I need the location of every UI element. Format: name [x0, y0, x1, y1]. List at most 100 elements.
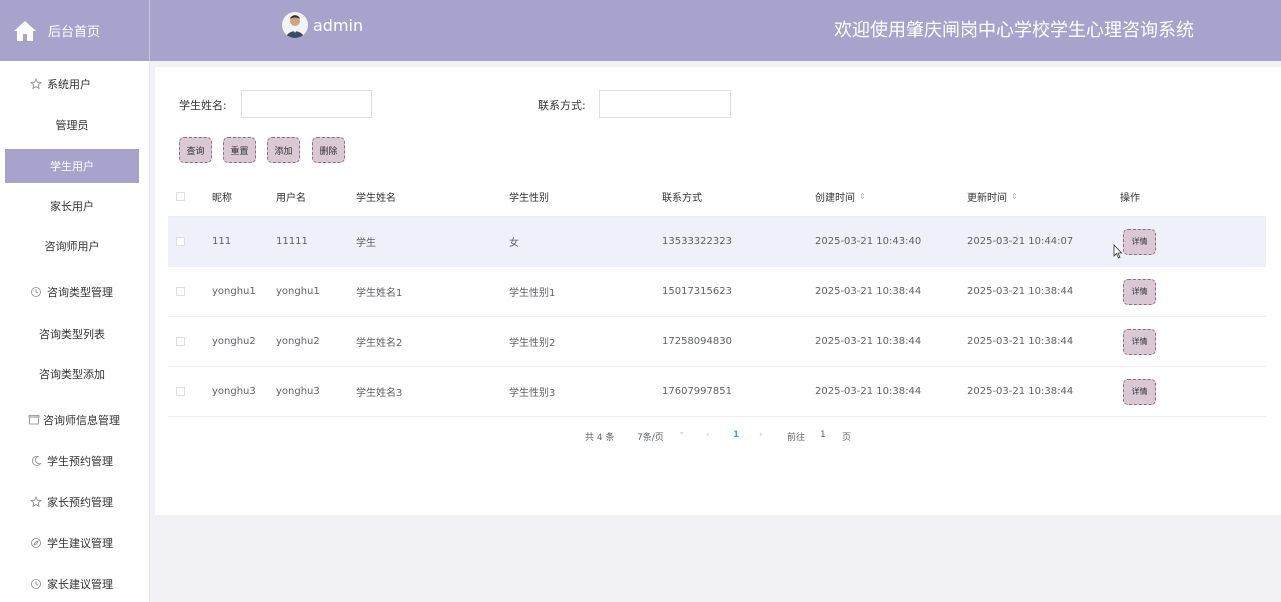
cell-updated: 2025-03-21 10:44:07	[967, 236, 1074, 247]
cell-student-name: 学生	[356, 238, 376, 249]
chevron-down-icon[interactable]: ⌄	[678, 427, 686, 437]
student-table: 昵称 用户名 学生姓名 学生性别 联系方式 创建时间 ⇕ 更新时间 ⇕ 操作 1…	[168, 177, 1266, 417]
cell-gender: 学生性别2	[509, 338, 556, 349]
header-updated[interactable]: 更新时间 ⇕	[967, 177, 1018, 216]
total-count: 共 4 条	[585, 433, 615, 443]
table-row[interactable]: yonghu3 yonghu3 学生姓名3 学生性别3 17607997851 …	[168, 367, 1266, 417]
cell-contact: 15017315623	[662, 286, 732, 297]
cell-updated: 2025-03-21 10:38:44	[967, 336, 1074, 347]
main-panel: 学生姓名: 联系方式: 查询 重置 添加 删除 昵称 用户名 学生姓名 学生性别…	[155, 67, 1281, 515]
cell-created: 2025-03-21 10:43:40	[815, 236, 922, 247]
delete-button[interactable]: 删除	[312, 137, 345, 163]
sidebar-group-student-suggestion[interactable]: 学生建议管理	[0, 526, 144, 560]
query-button[interactable]: 查询	[179, 137, 212, 163]
cell-student-name: 学生姓名3	[356, 388, 403, 399]
cell-contact: 13533322323	[662, 236, 732, 247]
top-header: 后台首页 admin 欢迎使用肇庆闸岗中心学校学生心理咨询系统	[0, 0, 1281, 61]
avatar	[282, 12, 308, 38]
clock-icon	[30, 286, 47, 298]
moon-icon	[30, 455, 47, 467]
sidebar: 系统用户 管理员 学生用户 家长用户 咨询师用户 咨询类型管理 咨询类型列表 咨…	[0, 61, 150, 602]
sidebar-group-student-appointment[interactable]: 学生预约管理	[0, 444, 144, 478]
student-name-label: 学生姓名:	[179, 99, 227, 112]
header-gender: 学生性别	[509, 193, 549, 204]
mouse-cursor-icon	[1113, 244, 1123, 259]
table-row[interactable]: yonghu2 yonghu2 学生姓名2 学生性别2 17258094830 …	[168, 317, 1266, 367]
cell-nickname: yonghu1	[212, 286, 256, 297]
row-checkbox[interactable]	[176, 236, 185, 246]
detail-button[interactable]: 详情	[1123, 228, 1156, 255]
cell-username: yonghu2	[276, 336, 320, 347]
next-page-icon[interactable]: ›	[759, 430, 763, 440]
contact-label: 联系方式:	[538, 99, 586, 112]
star-icon	[30, 496, 47, 508]
clock-icon	[30, 578, 47, 590]
cell-gender: 学生性别1	[509, 288, 556, 299]
sidebar-group-system-users[interactable]: 系统用户	[0, 67, 144, 101]
sort-icon[interactable]: ⇕	[1011, 192, 1018, 201]
sidebar-item-parent[interactable]: 家长用户	[0, 189, 144, 223]
cell-nickname: yonghu3	[212, 386, 256, 397]
sidebar-group-counselor-info[interactable]: 咨询师信息管理	[0, 403, 144, 437]
cell-contact: 17258094830	[662, 336, 732, 347]
row-checkbox[interactable]	[176, 386, 185, 396]
cell-updated: 2025-03-21 10:38:44	[967, 286, 1074, 297]
cell-contact: 17607997851	[662, 386, 732, 397]
detail-button[interactable]: 详情	[1123, 278, 1156, 305]
contact-input[interactable]	[599, 90, 731, 118]
cell-created: 2025-03-21 10:38:44	[815, 336, 922, 347]
sidebar-item-type-list[interactable]: 咨询类型列表	[0, 317, 144, 351]
header-username: 用户名	[276, 193, 306, 204]
star-icon	[30, 78, 47, 90]
header-created[interactable]: 创建时间 ⇕	[815, 177, 866, 216]
header-ops: 操作	[1120, 193, 1140, 204]
cell-nickname: 111	[212, 236, 232, 247]
cell-updated: 2025-03-21 10:38:44	[967, 386, 1074, 397]
sidebar-group-parent-suggestion[interactable]: 家长建议管理	[0, 567, 144, 601]
compass-icon	[30, 537, 47, 549]
cell-gender: 女	[509, 238, 519, 249]
header-student-name: 学生姓名	[356, 193, 396, 204]
username: admin	[313, 15, 364, 35]
home-link[interactable]: 后台首页	[0, 0, 150, 61]
sidebar-item-counselor[interactable]: 咨询师用户	[0, 229, 144, 263]
user-menu[interactable]: admin	[282, 12, 363, 38]
goto-page-input[interactable]: 1	[820, 430, 826, 440]
student-name-input[interactable]	[241, 90, 372, 118]
page-suffix: 页	[842, 433, 852, 443]
sidebar-group-consult-type[interactable]: 咨询类型管理	[0, 275, 144, 309]
sort-icon[interactable]: ⇕	[859, 192, 866, 201]
cell-username: 11111	[276, 236, 308, 247]
cell-gender: 学生性别3	[509, 388, 556, 399]
cell-student-name: 学生姓名2	[356, 338, 403, 349]
page-number-current[interactable]: 1	[733, 430, 739, 440]
system-title: 欢迎使用肇庆闸岗中心学校学生心理咨询系统	[834, 20, 1194, 41]
detail-button[interactable]: 详情	[1123, 378, 1156, 405]
row-checkbox[interactable]	[176, 286, 185, 296]
sidebar-item-type-add[interactable]: 咨询类型添加	[0, 357, 144, 391]
detail-button[interactable]: 详情	[1123, 328, 1156, 355]
header-nickname: 昵称	[212, 193, 232, 204]
prev-page-icon[interactable]: ‹	[706, 430, 710, 440]
cell-nickname: yonghu2	[212, 336, 256, 347]
page-size-select[interactable]: 7条/页	[637, 430, 664, 443]
sidebar-group-parent-appointment[interactable]: 家长预约管理	[0, 485, 144, 519]
table-row[interactable]: 111 11111 学生 女 13533322323 2025-03-21 10…	[168, 217, 1266, 267]
reset-button[interactable]: 重置	[223, 137, 256, 163]
row-checkbox[interactable]	[176, 336, 185, 346]
sidebar-item-admin[interactable]: 管理员	[0, 108, 144, 142]
table-header-row: 昵称 用户名 学生姓名 学生性别 联系方式 创建时间 ⇕ 更新时间 ⇕ 操作	[168, 177, 1266, 217]
cell-username: yonghu1	[276, 286, 320, 297]
select-all-checkbox[interactable]	[176, 191, 185, 201]
goto-label: 前往	[787, 433, 806, 443]
cell-student-name: 学生姓名1	[356, 288, 403, 299]
cell-created: 2025-03-21 10:38:44	[815, 386, 922, 397]
table-row[interactable]: yonghu1 yonghu1 学生姓名1 学生性别1 15017315623 …	[168, 267, 1266, 317]
cell-created: 2025-03-21 10:38:44	[815, 286, 922, 297]
header-contact: 联系方式	[662, 193, 702, 204]
sidebar-item-student[interactable]: 学生用户	[5, 149, 139, 183]
add-button[interactable]: 添加	[267, 137, 300, 163]
home-icon	[12, 18, 38, 44]
home-label: 后台首页	[48, 25, 101, 40]
cell-username: yonghu3	[276, 386, 320, 397]
